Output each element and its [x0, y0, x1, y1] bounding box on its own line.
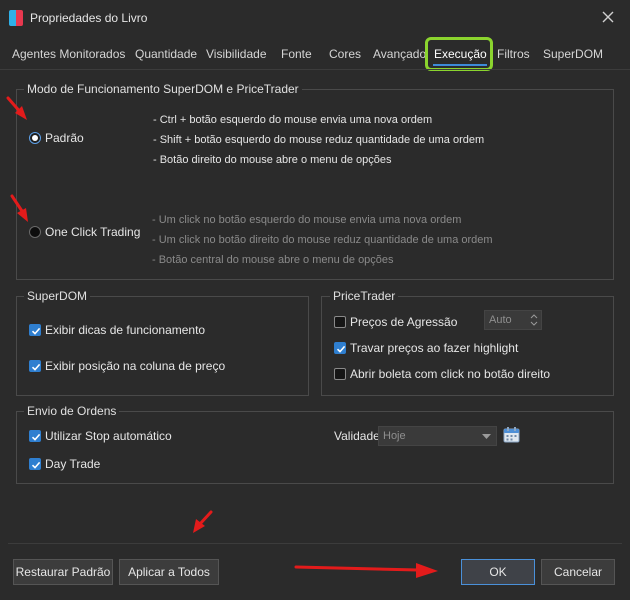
standard-mode-radio[interactable]: [29, 132, 41, 144]
open-ticket-label[interactable]: Abrir boleta com click no botão direito: [350, 367, 550, 381]
superdom-group-title: SuperDOM: [24, 289, 91, 303]
tab-bar: Agentes Monitorados Quantidade Visibilid…: [0, 40, 630, 68]
standard-mode-label[interactable]: Padrão: [45, 131, 84, 145]
tab-filtros[interactable]: Filtros: [497, 47, 530, 61]
active-tab-indicator: [433, 64, 487, 66]
standard-mode-line-3: - Botão direito do mouse abre o menu de …: [153, 154, 392, 166]
validity-select[interactable]: Hoje: [378, 426, 497, 446]
annotation-arrow-ok: [294, 563, 438, 578]
one-click-line-3: - Botão central do mouse abre o menu de …: [152, 254, 394, 266]
divider: [8, 543, 622, 544]
tab-agentes-monitorados[interactable]: Agentes Monitorados: [12, 47, 125, 61]
chevron-down-icon: [482, 434, 491, 439]
aggression-stepper[interactable]: Auto: [484, 310, 542, 330]
show-position-label[interactable]: Exibir posição na coluna de preço: [45, 359, 225, 373]
show-position-checkbox[interactable]: [29, 360, 41, 372]
aggression-value: Auto: [489, 314, 512, 326]
superdom-group: [16, 296, 309, 396]
mode-group-title: Modo de Funcionamento SuperDOM e PriceTr…: [24, 82, 302, 96]
show-tips-label[interactable]: Exibir dicas de funcionamento: [45, 323, 205, 337]
validity-value: Hoje: [383, 430, 406, 442]
tab-superdom[interactable]: SuperDOM: [543, 47, 603, 61]
aggression-prices-checkbox[interactable]: [334, 316, 346, 328]
show-tips-checkbox[interactable]: [29, 324, 41, 336]
apply-to-all-button[interactable]: Aplicar a Todos: [119, 559, 219, 585]
auto-stop-checkbox[interactable]: [29, 430, 41, 442]
standard-mode-line-1: - Ctrl + botão esquerdo do mouse envia u…: [153, 114, 433, 126]
divider: [0, 69, 630, 70]
tab-avancado[interactable]: Avançado: [373, 47, 426, 61]
cancel-button[interactable]: Cancelar: [541, 559, 615, 585]
calendar-icon[interactable]: [503, 426, 520, 443]
restore-defaults-button[interactable]: Restaurar Padrão: [13, 559, 113, 585]
app-logo-icon: [9, 10, 23, 26]
annotation-arrow-apply-all: [193, 510, 213, 533]
stepper-arrows-icon[interactable]: [530, 313, 538, 327]
open-ticket-checkbox[interactable]: [334, 368, 346, 380]
validity-label: Validade: [334, 429, 380, 443]
one-click-radio[interactable]: [29, 226, 41, 238]
day-trade-checkbox[interactable]: [29, 458, 41, 470]
window-title: Propriedades do Livro: [30, 11, 148, 25]
one-click-line-2: - Um click no botão direito do mouse red…: [152, 234, 493, 246]
orders-group-title: Envio de Ordens: [24, 404, 120, 418]
one-click-label[interactable]: One Click Trading: [45, 225, 140, 239]
tab-quantidade[interactable]: Quantidade: [135, 47, 197, 61]
ok-button[interactable]: OK: [461, 559, 535, 585]
close-icon[interactable]: [600, 9, 616, 25]
title-bar: Propriedades do Livro: [0, 0, 630, 36]
tab-visibilidade[interactable]: Visibilidade: [206, 47, 267, 61]
one-click-line-1: - Um click no botão esquerdo do mouse en…: [152, 214, 462, 226]
tab-cores[interactable]: Cores: [329, 47, 361, 61]
standard-mode-line-2: - Shift + botão esquerdo do mouse reduz …: [153, 134, 485, 146]
day-trade-label[interactable]: Day Trade: [45, 457, 100, 471]
lock-prices-checkbox[interactable]: [334, 342, 346, 354]
tab-fonte[interactable]: Fonte: [281, 47, 312, 61]
pricetrader-group-title: PriceTrader: [330, 289, 399, 303]
auto-stop-label[interactable]: Utilizar Stop automático: [45, 429, 172, 443]
lock-prices-label[interactable]: Travar preços ao fazer highlight: [350, 341, 518, 355]
orders-group: [16, 411, 614, 484]
aggression-prices-label[interactable]: Preços de Agressão: [350, 315, 457, 329]
